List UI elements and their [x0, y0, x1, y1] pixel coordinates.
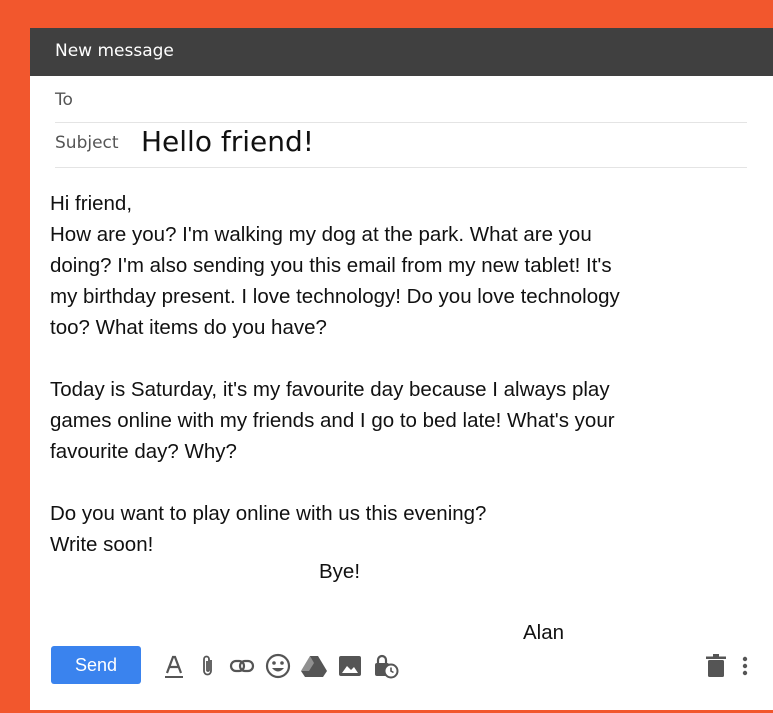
- attach-icon[interactable]: [194, 652, 222, 680]
- message-body[interactable]: Hi friend, How are you? I'm walking my d…: [50, 188, 750, 560]
- text-format-icon[interactable]: [160, 652, 188, 680]
- confidential-icon[interactable]: [372, 652, 400, 680]
- body-line: favourite day? Why?: [50, 440, 237, 463]
- compose-window: New message To Subject Hello friend! Hi …: [30, 28, 773, 710]
- body-line: too? What items do you have?: [50, 316, 327, 339]
- to-field-row[interactable]: To: [55, 76, 747, 123]
- image-icon[interactable]: [336, 652, 364, 680]
- window-title: New message: [55, 41, 174, 61]
- closing-text: Bye!: [319, 560, 361, 583]
- body-line: Hi friend,: [50, 192, 133, 215]
- body-line: Today is Saturday, it's my favourite day…: [50, 378, 610, 401]
- send-button[interactable]: Send: [51, 646, 141, 684]
- more-options-icon[interactable]: [738, 652, 752, 680]
- body-line: doing? I'm also sending you this email f…: [50, 254, 612, 277]
- compose-titlebar[interactable]: New message: [30, 28, 773, 76]
- link-icon[interactable]: [228, 652, 256, 680]
- subject-input[interactable]: Hello friend!: [141, 125, 314, 158]
- body-line: my birthday present. I love technology! …: [50, 285, 620, 308]
- emoji-icon[interactable]: [264, 652, 292, 680]
- body-line: games online with my friends and I go to…: [50, 409, 615, 432]
- drive-icon[interactable]: [300, 652, 328, 680]
- subject-label: Subject: [55, 133, 119, 153]
- compose-toolbar: Send: [30, 640, 773, 694]
- body-line: Write soon!: [50, 533, 154, 556]
- to-label: To: [55, 90, 73, 110]
- trash-icon[interactable]: [702, 652, 730, 680]
- subject-field-row[interactable]: Subject Hello friend!: [55, 122, 747, 168]
- body-line: Do you want to play online with us this …: [50, 502, 487, 525]
- body-line: How are you? I'm walking my dog at the p…: [50, 223, 592, 246]
